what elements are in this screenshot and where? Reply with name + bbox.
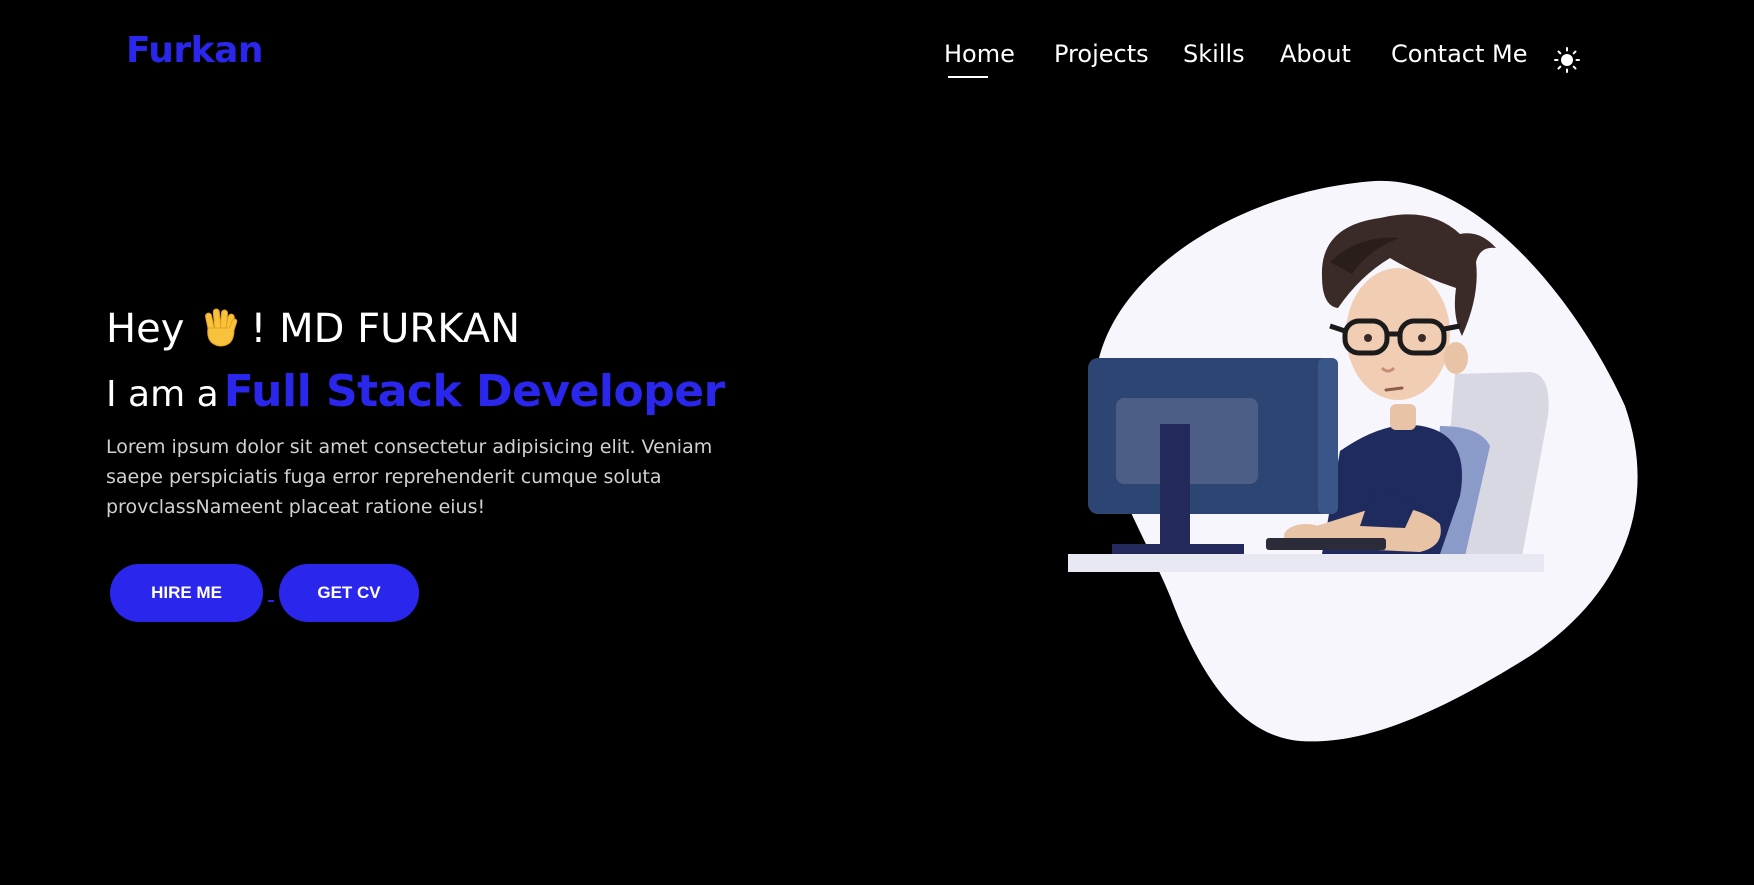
waving-hand-icon: [198, 304, 244, 350]
nav-item-skills[interactable]: Skills: [1183, 40, 1245, 68]
nav-item-projects[interactable]: Projects: [1054, 40, 1149, 68]
nav-item-about[interactable]: About: [1280, 40, 1351, 68]
hero-name: ! MD FURKAN: [250, 306, 521, 352]
role-title: Full Stack Developer: [223, 366, 725, 417]
greeting-text: Hey: [106, 306, 185, 352]
button-separator: [268, 600, 274, 602]
page: Furkan Home Projects Skills About Contac…: [0, 0, 1754, 885]
hero-description: Lorem ipsum dolor sit amet consectetur a…: [106, 436, 713, 518]
nav-item-contact[interactable]: Contact Me: [1391, 40, 1527, 68]
sun-icon[interactable]: [1552, 40, 1582, 80]
hero-greeting: Hey ! MD FURKAN: [106, 304, 520, 352]
logo[interactable]: Furkan: [126, 30, 264, 71]
role-prefix: I am a: [106, 374, 219, 415]
developer-illustration: [1060, 176, 1640, 746]
hire-me-button[interactable]: HIRE ME: [110, 564, 263, 622]
hero-role-line: I am a Full Stack Developer: [106, 366, 725, 417]
get-cv-button[interactable]: GET CV: [279, 564, 419, 622]
nav-item-home[interactable]: Home: [944, 40, 1015, 78]
